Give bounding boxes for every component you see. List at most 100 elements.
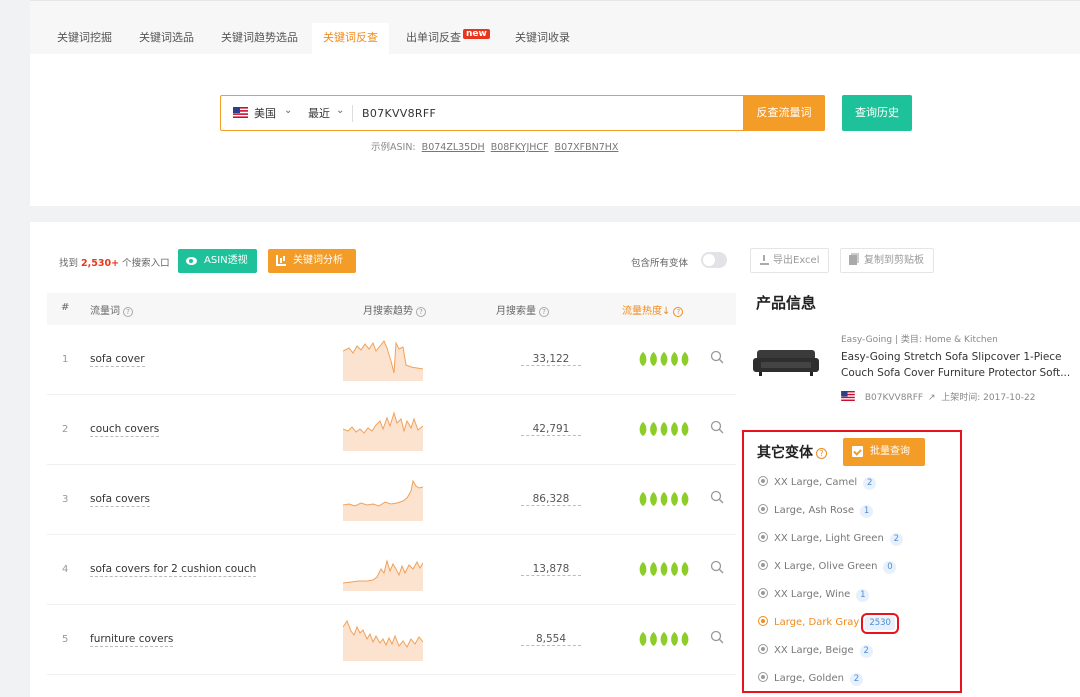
search-icon[interactable] [709, 349, 725, 365]
keyword-link[interactable]: furniture covers [90, 633, 174, 647]
search-volume[interactable]: 33,122 [521, 353, 581, 366]
variant-item[interactable]: Large, Golden 2 [758, 672, 863, 686]
asin-insight-button[interactable]: ASIN透视 [178, 249, 257, 273]
include-variants-toggle[interactable] [701, 252, 727, 268]
search-volume[interactable]: 13,878 [521, 563, 581, 576]
tab-keyword-index[interactable]: 关键词收录 [504, 23, 581, 55]
header-trend[interactable]: 月搜索趋势? [363, 302, 426, 317]
found-count: 2,530+ [81, 258, 120, 269]
leaf-icon [650, 562, 657, 576]
product-image[interactable] [753, 344, 819, 380]
keyword-analysis-button[interactable]: 关键词分析 [268, 249, 356, 273]
variant-item[interactable]: Large, Dark Gray 2530 [758, 613, 899, 634]
export-excel-button[interactable]: 导出Excel [750, 248, 829, 273]
leaf-icon [650, 352, 657, 366]
example-asin-link[interactable]: B08FKYJHCF [491, 142, 549, 153]
row-number: 3 [62, 494, 69, 505]
chevron-down-icon[interactable]: ⌄ [284, 105, 292, 116]
leaf-icon [660, 632, 668, 646]
help-icon: ? [539, 307, 549, 317]
copy-clipboard-button[interactable]: 复制到剪贴板 [840, 248, 934, 273]
radio-icon[interactable] [758, 560, 768, 570]
radio-icon[interactable] [758, 644, 768, 654]
leaf-icon [650, 632, 657, 646]
leaf-icon [671, 562, 678, 576]
radio-icon[interactable] [758, 672, 768, 682]
copy-icon [849, 255, 857, 265]
header-num: # [61, 302, 70, 313]
asin-search-input[interactable] [362, 103, 732, 123]
leaf-icon [639, 632, 647, 646]
search-volume[interactable]: 86,328 [521, 493, 581, 506]
trend-sparkline[interactable] [343, 547, 423, 591]
product-asin[interactable]: B07KVV8RFF [865, 393, 923, 403]
heat-rating [639, 632, 689, 646]
variant-item[interactable]: Large, Ash Rose 1 [758, 504, 874, 518]
tab-bar: 关键词挖掘 关键词选品 关键词趋势选品 关键词反查 出单词反查 new 关键词收录 [30, 0, 1080, 55]
country-select[interactable]: 美国 [254, 105, 276, 121]
batch-query-button[interactable]: 批量查询 [843, 438, 925, 466]
search-icon[interactable] [709, 559, 725, 575]
header-volume[interactable]: 月搜索量? [496, 302, 549, 317]
trend-sparkline[interactable] [343, 477, 423, 521]
tab-order-keyword-reverse[interactable]: 出单词反查 new [395, 23, 501, 55]
variant-item[interactable]: XX Large, Camel 2 [758, 476, 877, 490]
example-asin-link[interactable]: B07XFBN7HX [555, 142, 619, 153]
external-link-icon[interactable]: ↗ [928, 393, 936, 403]
tab-keyword-reverse[interactable]: 关键词反查 [312, 23, 389, 55]
search-volume[interactable]: 42,791 [521, 423, 581, 436]
heat-rating [639, 562, 689, 576]
variant-item[interactable]: XX Large, Light Green 2 [758, 532, 903, 546]
tab-keyword-selection[interactable]: 关键词选品 [128, 23, 205, 55]
variant-count-badge: 2 [863, 477, 877, 490]
search-volume[interactable]: 8,554 [521, 633, 581, 646]
trend-sparkline[interactable] [343, 407, 423, 451]
variant-item[interactable]: XX Large, Wine 1 [758, 588, 870, 602]
include-variants-label: 包含所有变体 [631, 258, 689, 269]
example-asin-link[interactable]: B074ZL35DH [422, 142, 485, 153]
radio-icon[interactable] [758, 504, 768, 514]
radio-icon[interactable] [758, 532, 768, 542]
variant-item[interactable]: X Large, Olive Green 0 [758, 560, 897, 574]
trend-sparkline[interactable] [343, 617, 423, 661]
variant-label: XX Large, Camel [774, 477, 858, 488]
period-select[interactable]: 最近 [308, 105, 330, 121]
leaf-icon [681, 562, 689, 576]
variant-count-badge: 0 [883, 561, 897, 574]
chevron-down-icon[interactable]: ⌄ [336, 105, 344, 116]
keyword-link[interactable]: sofa covers for 2 cushion couch [90, 563, 257, 577]
search-icon[interactable] [709, 489, 725, 505]
header-keyword[interactable]: 流量词? [90, 302, 133, 317]
leaf-icon [671, 352, 678, 366]
product-info-title: 产品信息 [756, 294, 817, 312]
variant-item[interactable]: XX Large, Beige 2 [758, 644, 873, 658]
heat-rating [639, 352, 689, 366]
leaf-icon [639, 492, 647, 506]
keyword-link[interactable]: couch covers [90, 423, 160, 437]
variant-label: XX Large, Wine [774, 589, 851, 600]
tab-keyword-mining[interactable]: 关键词挖掘 [46, 23, 123, 55]
keyword-link[interactable]: sofa covers [90, 493, 151, 507]
variant-label: XX Large, Light Green [774, 533, 884, 544]
product-name[interactable]: Easy-Going Stretch Sofa Slipcover 1-Piec… [841, 349, 1076, 381]
tab-keyword-trend[interactable]: 关键词趋势选品 [210, 23, 309, 55]
trend-sparkline[interactable] [343, 337, 423, 381]
variants-title: 其它变体? [757, 442, 827, 462]
reverse-search-button[interactable]: 反查流量词 [743, 95, 825, 131]
leaf-icon [671, 632, 678, 646]
radio-icon[interactable] [758, 616, 768, 626]
radio-icon[interactable] [758, 476, 768, 486]
listed-date: 2017-10-22 [983, 393, 1036, 403]
found-count-text: 找到 2,530+ 个搜索入口 [59, 258, 170, 269]
header-heat[interactable]: 流量热度↓? [622, 302, 684, 317]
variant-count-badge: 2 [889, 533, 903, 546]
variant-label: Large, Ash Rose [774, 505, 855, 516]
example-asins: 示例ASIN: B074ZL35DH B08FKYJHCF B07XFBN7HX [371, 139, 618, 153]
search-icon[interactable] [709, 629, 725, 645]
radio-icon[interactable] [758, 588, 768, 598]
variant-label: Large, Dark Gray [774, 617, 860, 628]
query-history-button[interactable]: 查询历史 [842, 95, 912, 131]
search-icon[interactable] [709, 419, 725, 435]
keyword-link[interactable]: sofa cover [90, 353, 145, 367]
variant-count-badge: 2 [849, 673, 863, 686]
